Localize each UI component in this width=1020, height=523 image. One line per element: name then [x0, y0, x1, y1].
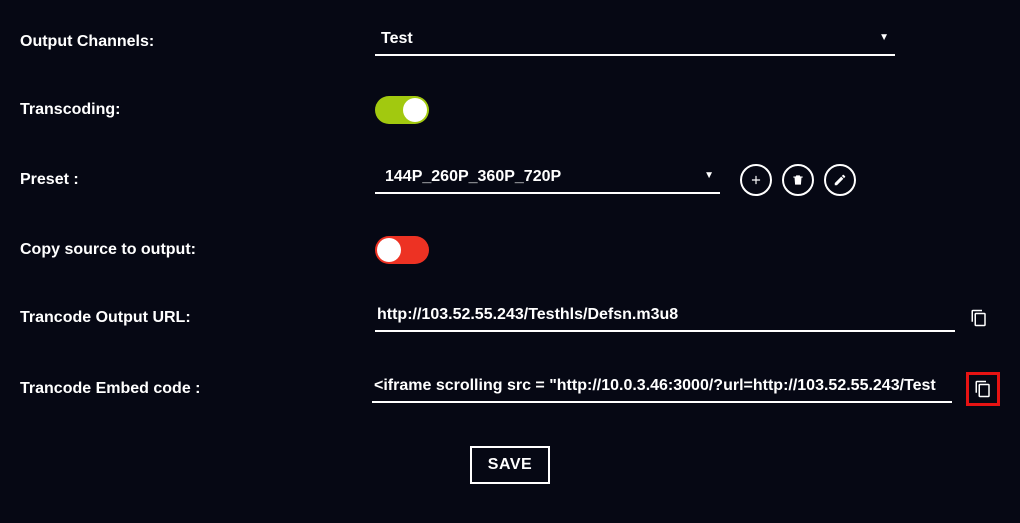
control-transcoding	[375, 96, 1000, 124]
label-preset: Preset :	[20, 171, 375, 189]
copy-url-button[interactable]	[969, 308, 989, 328]
row-transcoding: Transcoding:	[20, 96, 1000, 124]
copy-embed-button[interactable]	[973, 379, 993, 399]
save-button[interactable]: SAVE	[470, 446, 550, 484]
pencil-icon	[833, 173, 847, 187]
row-preset: Preset : 144P_260P_360P_720P ▼	[20, 164, 1000, 196]
copy-icon	[970, 309, 988, 327]
preset-icon-buttons	[740, 164, 856, 196]
transcode-url-input[interactable]	[375, 304, 955, 332]
row-output-channels: Output Channels: Test ▼	[20, 28, 1000, 56]
copy-embed-highlight	[966, 372, 1000, 406]
copy-source-toggle[interactable]	[375, 236, 429, 264]
control-preset: 144P_260P_360P_720P ▼	[375, 164, 1000, 196]
toggle-knob	[377, 238, 401, 262]
add-preset-button[interactable]	[740, 164, 772, 196]
transcoding-toggle[interactable]	[375, 96, 429, 124]
edit-preset-button[interactable]	[824, 164, 856, 196]
label-transcoding: Transcoding:	[20, 101, 375, 119]
label-transcode-url: Trancode Output URL:	[20, 309, 375, 327]
control-transcode-url	[375, 304, 1000, 332]
preset-select-wrap: 144P_260P_360P_720P ▼	[375, 166, 720, 194]
toggle-knob	[403, 98, 427, 122]
trash-icon	[791, 173, 805, 187]
control-output-channels: Test ▼	[375, 28, 1000, 56]
label-output-channels: Output Channels:	[20, 33, 375, 51]
label-copy-source: Copy source to output:	[20, 241, 375, 259]
output-channel-select[interactable]: Test	[375, 28, 895, 56]
delete-preset-button[interactable]	[782, 164, 814, 196]
plus-icon	[749, 173, 763, 187]
control-copy-source	[375, 236, 1000, 264]
row-transcode-url: Trancode Output URL:	[20, 304, 1000, 332]
row-copy-source: Copy source to output:	[20, 236, 1000, 264]
copy-icon	[974, 380, 992, 398]
row-save: SAVE	[20, 446, 1000, 484]
control-transcode-embed	[372, 372, 1000, 406]
row-transcode-embed: Trancode Embed code :	[20, 372, 1000, 406]
preset-select[interactable]: 144P_260P_360P_720P	[375, 166, 720, 194]
label-transcode-embed: Trancode Embed code :	[20, 380, 372, 398]
output-channel-select-wrap: Test ▼	[375, 28, 895, 56]
transcode-embed-input[interactable]	[372, 375, 952, 403]
